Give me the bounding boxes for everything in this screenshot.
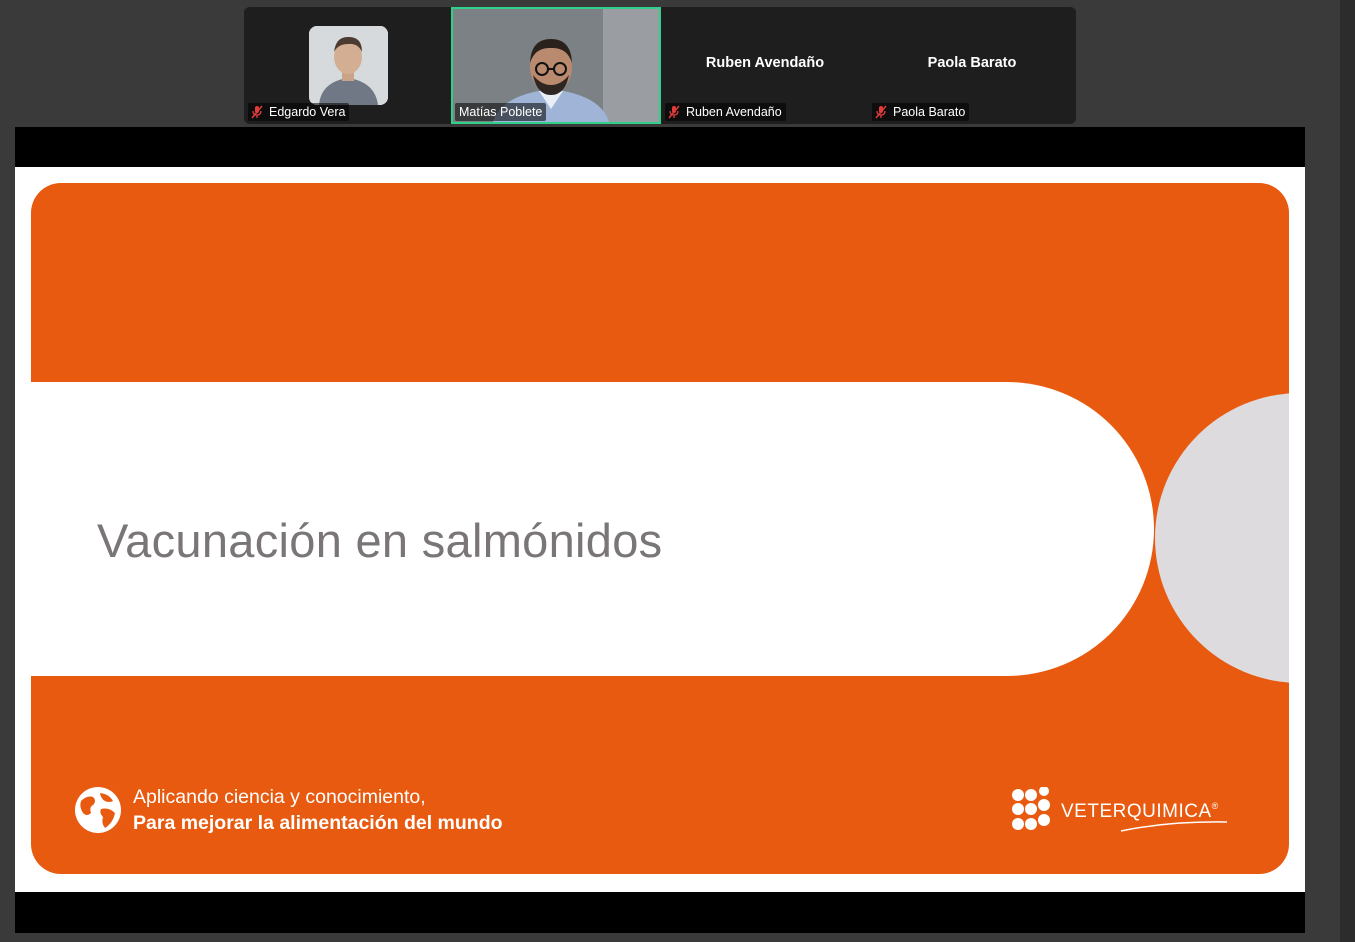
avatar — [309, 26, 388, 105]
participant-name-tag: Matías Poblete — [455, 103, 547, 121]
globe-icon — [75, 787, 121, 833]
participant-strip: Edgardo Vera Matías Poblete Ruben Avenda… — [244, 7, 1076, 124]
participant-tile[interactable]: Edgardo Vera — [244, 7, 452, 124]
window-edge — [1340, 0, 1355, 942]
participant-display-name: Paola Barato — [927, 55, 1017, 71]
participant-display-name: Ruben Avendaño — [705, 55, 825, 71]
mic-muted-icon — [251, 105, 263, 119]
mic-muted-icon — [875, 105, 887, 119]
participant-name: Paola Barato — [893, 105, 966, 119]
participant-name-tag: Edgardo Vera — [248, 103, 350, 121]
participant-tile[interactable]: Ruben Avendaño Ruben Avendaño — [661, 7, 869, 124]
tagline-line-2: Para mejorar la alimentación del mundo — [133, 812, 503, 834]
participant-name: Ruben Avendaño — [686, 105, 782, 119]
screen-share-area: Vacunación en salmónidos Aplicando cienc… — [15, 127, 1305, 933]
slide-orange-card: Vacunación en salmónidos Aplicando cienc… — [31, 183, 1289, 874]
participant-name: Edgardo Vera — [269, 105, 346, 119]
mic-muted-icon — [668, 105, 680, 119]
participant-name: Matías Poblete — [459, 105, 543, 119]
tagline-line-1: Aplicando ciencia y conocimiento, — [133, 786, 426, 808]
decorative-circle — [1155, 393, 1289, 683]
participant-tile-active-speaker[interactable]: Matías Poblete — [451, 7, 661, 124]
slide-title: Vacunación en salmónidos — [97, 514, 663, 567]
participant-tile[interactable]: Paola Barato Paola Barato — [868, 7, 1076, 124]
participant-name-tag: Paola Barato — [872, 103, 970, 121]
participant-name-tag: Ruben Avendaño — [665, 103, 786, 121]
presentation-slide: Vacunación en salmónidos Aplicando cienc… — [15, 167, 1305, 892]
brand-swoosh — [1120, 821, 1228, 832]
brand-logo-mark — [1012, 787, 1050, 830]
